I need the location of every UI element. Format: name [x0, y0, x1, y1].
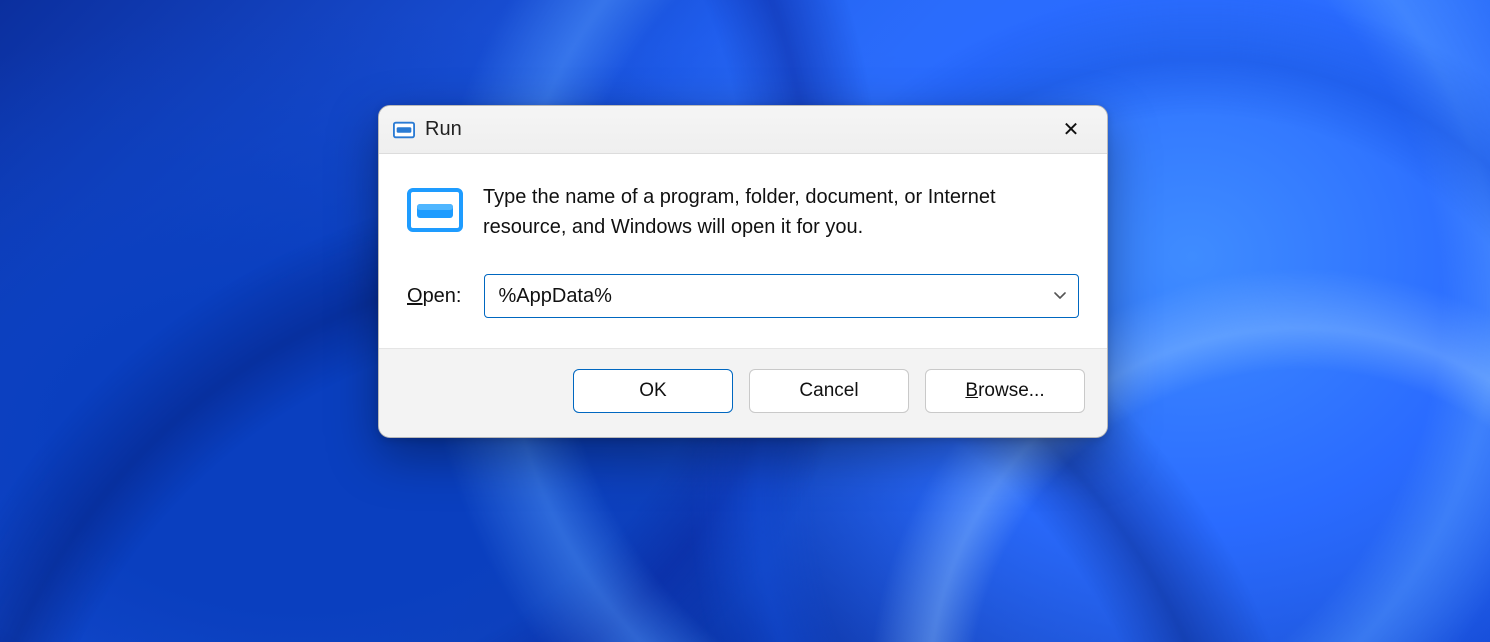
dialog-footer: OK Cancel Browse... — [379, 348, 1107, 437]
browse-button-label: Browse... — [965, 380, 1044, 402]
run-app-icon — [393, 121, 415, 139]
cancel-button-label: Cancel — [799, 380, 858, 402]
open-label: Open: — [407, 285, 462, 308]
ok-button[interactable]: OK — [573, 369, 733, 413]
open-input[interactable] — [497, 284, 1039, 309]
dialog-description: Type the name of a program, folder, docu… — [483, 182, 1043, 242]
open-combobox[interactable] — [484, 274, 1080, 318]
ok-button-label: OK — [639, 380, 666, 402]
close-button[interactable]: ✕ — [1043, 110, 1099, 150]
run-app-icon — [407, 186, 463, 242]
dialog-title: Run — [425, 118, 462, 141]
run-dialog: Run ✕ Type the name of a program, folder… — [378, 105, 1108, 438]
desktop-wallpaper: Run ✕ Type the name of a program, folder… — [0, 0, 1490, 642]
close-icon: ✕ — [1063, 120, 1080, 140]
browse-button[interactable]: Browse... — [925, 369, 1085, 413]
chevron-down-icon[interactable] — [1052, 288, 1068, 304]
titlebar[interactable]: Run ✕ — [379, 106, 1107, 154]
cancel-button[interactable]: Cancel — [749, 369, 909, 413]
